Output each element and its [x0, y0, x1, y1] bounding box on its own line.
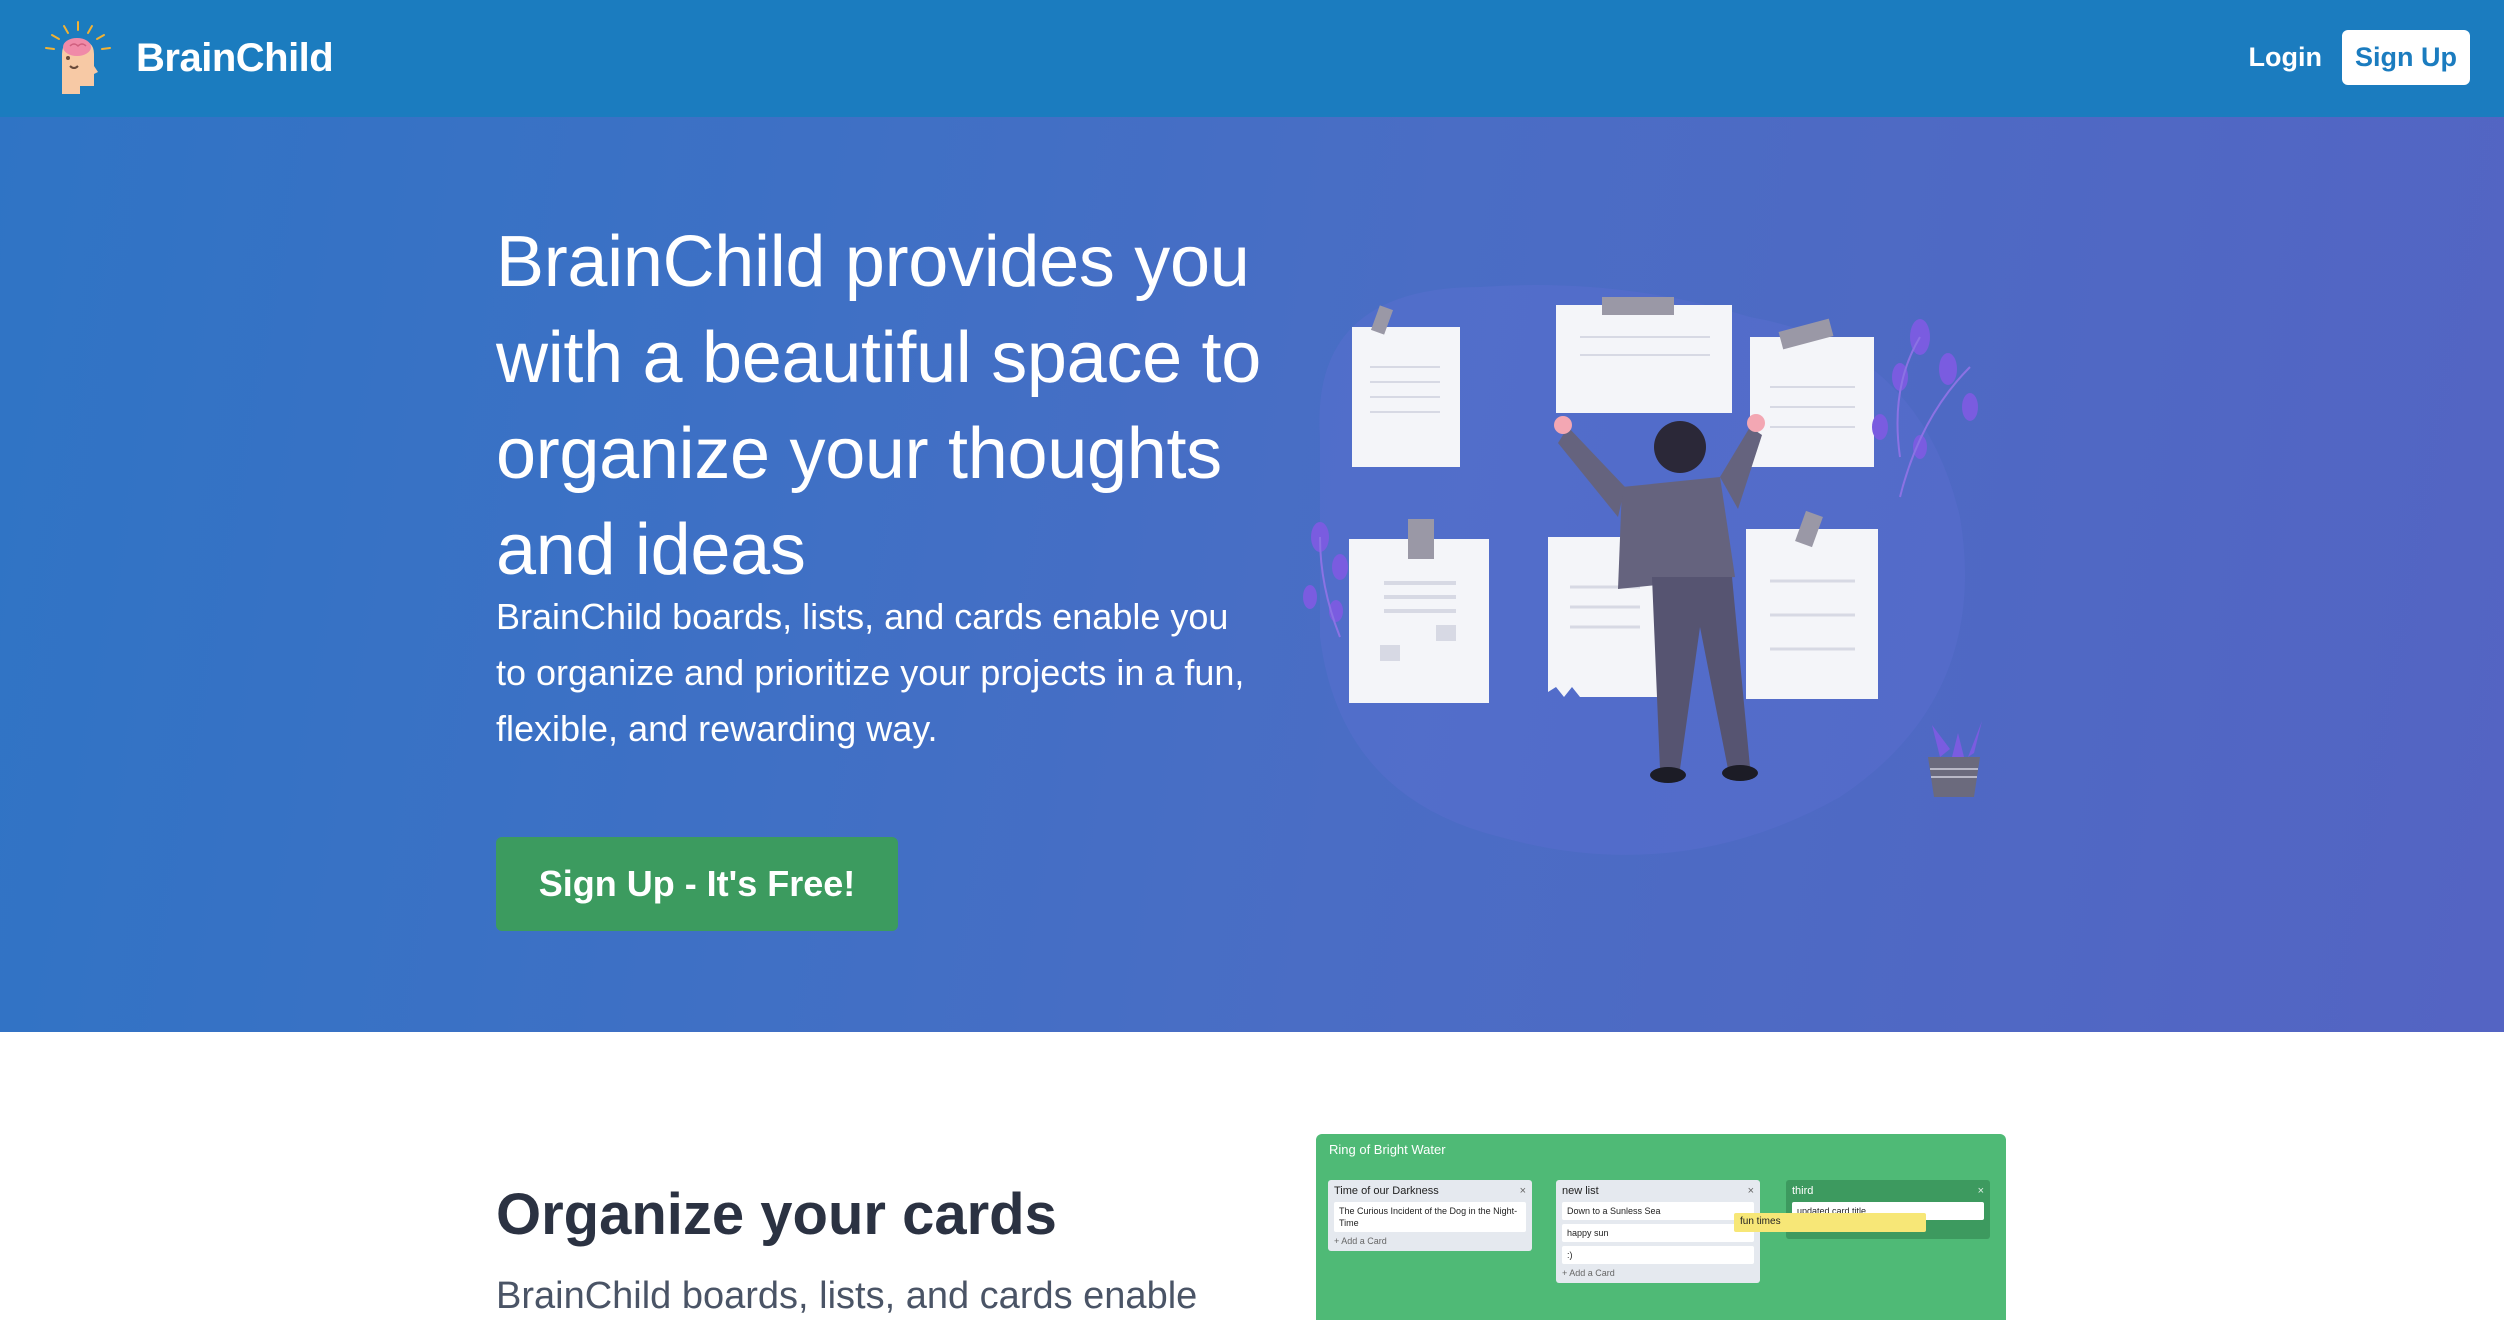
hero-title: BrainChild provides you with a beautiful…	[496, 222, 1261, 590]
list-column: new list × Down to a Sunless Sea happy s…	[1556, 1180, 1760, 1283]
brand-name: BrainChild	[136, 35, 334, 80]
card-item[interactable]: happy sun	[1562, 1224, 1754, 1242]
organizing-notes-illustration-icon	[1303, 285, 1982, 855]
list-column: Time of our Darkness × The Curious Incid…	[1328, 1180, 1532, 1251]
features-section: Organize your cards BrainChild boards, l…	[0, 1032, 2504, 1320]
signup-free-button[interactable]: Sign Up - It's Free!	[496, 837, 898, 931]
close-icon[interactable]: ×	[1520, 1185, 1526, 1197]
close-icon[interactable]: ×	[1748, 1185, 1754, 1197]
board-title: Ring of Bright Water	[1329, 1142, 1446, 1157]
section-title: Organize your cards	[496, 1182, 1057, 1247]
list-title: new list	[1562, 1185, 1599, 1197]
brainchild-logo-icon	[45, 21, 111, 94]
close-icon[interactable]: ×	[1978, 1185, 1984, 1197]
section-subtitle: BrainChild boards, lists, and cards enab…	[496, 1275, 1198, 1317]
card-item[interactable]: The Curious Incident of the Dog in the N…	[1334, 1202, 1526, 1232]
board-preview: Ring of Bright Water Time of our Darknes…	[1316, 1134, 2006, 1320]
nav-actions: Login Sign Up	[2249, 30, 2470, 85]
dragging-card[interactable]: fun times	[1734, 1213, 1926, 1232]
brand-link[interactable]: BrainChild	[40, 20, 334, 96]
signup-button[interactable]: Sign Up	[2342, 30, 2470, 85]
card-item[interactable]: :)	[1562, 1246, 1754, 1264]
add-card-button[interactable]: + Add a Card	[1334, 1236, 1526, 1246]
hero-section: BrainChild provides you with a beautiful…	[0, 117, 2504, 1032]
add-card-button[interactable]: + Add a Card	[1562, 1268, 1754, 1278]
list-title: Time of our Darkness	[1334, 1185, 1439, 1197]
card-item[interactable]: Down to a Sunless Sea	[1562, 1202, 1754, 1220]
login-link[interactable]: Login	[2249, 42, 2322, 73]
hero-subtitle: BrainChild boards, lists, and cards enab…	[496, 596, 1245, 749]
list-title: third	[1792, 1185, 1814, 1197]
top-navbar: BrainChild Login Sign Up	[0, 0, 2504, 117]
